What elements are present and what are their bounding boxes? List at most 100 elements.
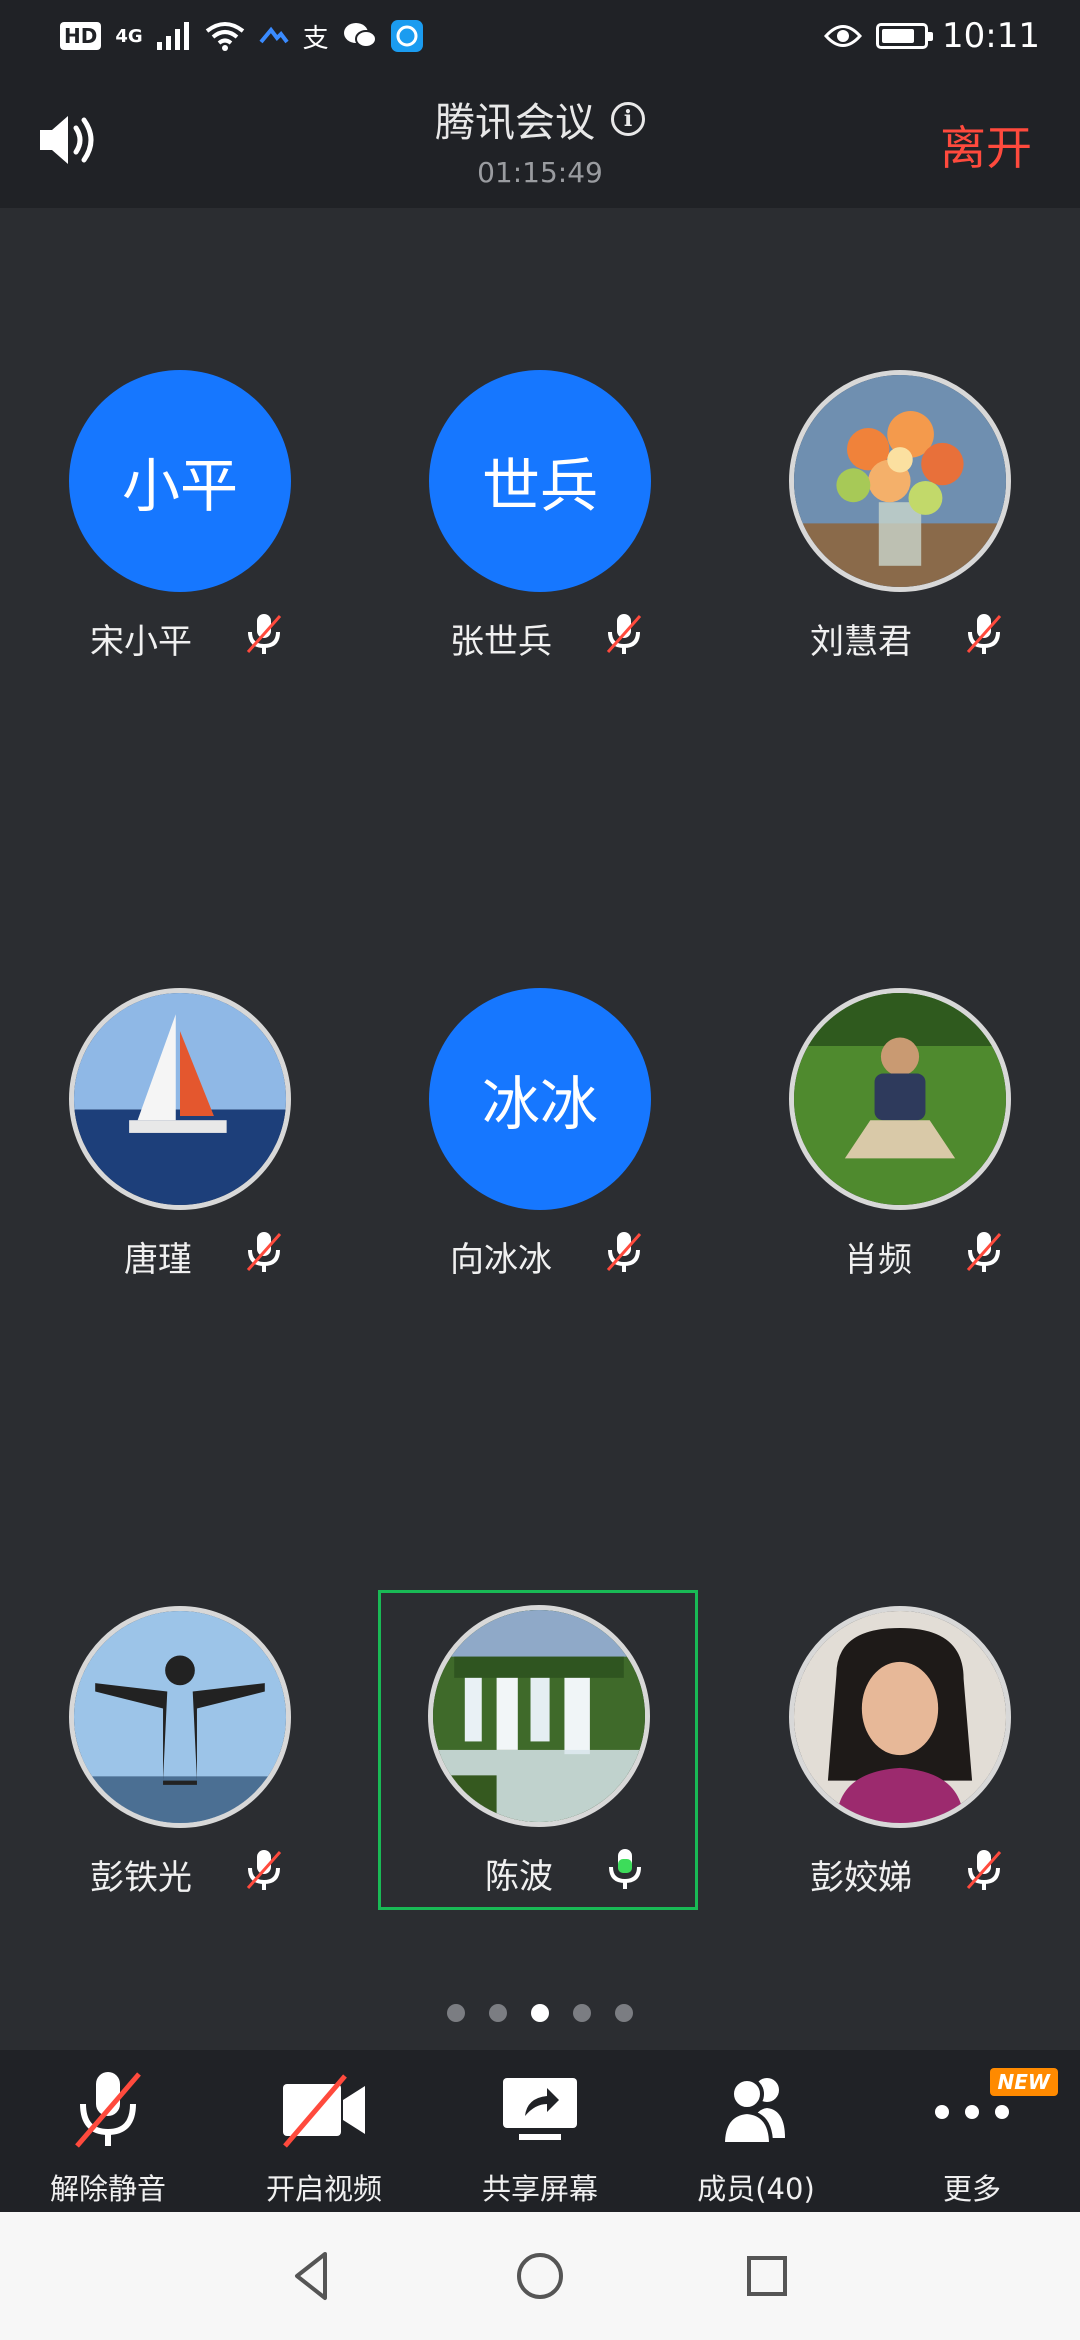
status-bar: HD 4G 支 10:11 [0, 0, 1080, 72]
participant-name-row: 刘慧君 [740, 608, 1060, 664]
avatar [428, 1605, 650, 1827]
page-indicator [0, 2004, 1080, 2028]
page-dot[interactable] [447, 2004, 465, 2022]
participant-name: 彭铁光 [90, 1858, 192, 1898]
video-off-icon [283, 2074, 365, 2148]
share-screen-label: 共享屏幕 [481, 2172, 598, 2206]
participant-tile[interactable]: 世兵 张世兵 [380, 356, 700, 676]
participant-tile[interactable]: 小平 宋小平 [20, 356, 340, 676]
participant-tile[interactable]: 刘慧君 [740, 356, 1060, 676]
participant-name: 肖频 [844, 1240, 912, 1280]
alipay-icon: 支 [302, 23, 329, 54]
participant-tile[interactable]: 唐瑾 [20, 974, 340, 1294]
participant-name-row: 彭姣娣 [740, 1844, 1060, 1900]
signal-icon [156, 22, 189, 50]
mic-muted-icon [966, 614, 1002, 654]
mic-muted-icon [246, 1232, 282, 1272]
eye-icon [824, 25, 863, 47]
recents-icon[interactable] [737, 2246, 797, 2306]
battery-icon [876, 23, 934, 49]
members-icon [720, 2077, 785, 2146]
new-badge: NEW [989, 2068, 1058, 2096]
flowers-photo [794, 375, 1006, 587]
status-bar-right: 10:11 [824, 16, 1040, 56]
meeting-timer: 01:15:49 [477, 156, 603, 189]
participant-tile[interactable]: 冰冰 向冰冰 [380, 974, 700, 1294]
members-button[interactable]: 成员(40) [648, 2050, 864, 2212]
mic-muted-icon [966, 1850, 1002, 1890]
participant-name-row: 彭铁光 [20, 1844, 340, 1900]
page-dot[interactable] [489, 2004, 507, 2022]
wifi-icon [205, 22, 244, 51]
participant-name-row: 肖频 [740, 1226, 1060, 1282]
avatar [789, 988, 1011, 1210]
avatar [69, 1606, 291, 1828]
avatar [69, 988, 291, 1210]
mic-muted-icon [246, 614, 282, 654]
woman-portrait-photo [794, 1611, 1006, 1823]
participant-tile[interactable]: 彭铁光 [20, 1592, 340, 1912]
mic-muted-icon [606, 1232, 642, 1272]
start-video-button[interactable]: 开启视频 [216, 2050, 432, 2212]
sailboat-photo [74, 993, 286, 1205]
avatar: 小平 [69, 370, 291, 592]
participant-name: 刘慧君 [810, 622, 912, 662]
waterfall-photo [433, 1610, 645, 1822]
avatar [789, 1606, 1011, 1828]
page-dot[interactable] [573, 2004, 591, 2022]
page-dot-current[interactable] [531, 2004, 549, 2022]
browser-icon [390, 20, 423, 52]
participant-grid: 小平 宋小平 世兵 张世兵 刘慧君 唐瑾 冰冰 向冰冰 肖频 彭铁光 陈波 彭姣… [0, 208, 1080, 2050]
title-area: 腾讯会议 i 01:15:49 [0, 90, 1080, 189]
leave-button[interactable]: 离开 [940, 112, 1032, 178]
more-label: 更多 [942, 2172, 1001, 2206]
participant-name: 彭姣娣 [810, 1858, 912, 1898]
back-icon[interactable] [283, 2246, 343, 2306]
avatar [789, 370, 1011, 592]
unmute-button[interactable]: 解除静音 [0, 2050, 216, 2212]
wechat-icon [343, 23, 377, 48]
avatar: 冰冰 [429, 988, 651, 1210]
network-type: 4G [115, 25, 143, 47]
participant-tile[interactable]: 彭姣娣 [740, 1592, 1060, 1912]
home-icon[interactable] [510, 2246, 570, 2306]
start-video-label: 开启视频 [265, 2172, 382, 2206]
meeting-title: 腾讯会议 [435, 100, 595, 146]
share-screen-icon [503, 2078, 577, 2140]
participant-name-row: 唐瑾 [20, 1226, 340, 1282]
silhouette-photo [74, 1611, 286, 1823]
clock: 10:11 [942, 16, 1040, 56]
participant-name: 唐瑾 [124, 1240, 192, 1280]
participant-name: 张世兵 [450, 622, 552, 662]
participant-name-row: 向冰冰 [380, 1226, 700, 1282]
participant-name: 宋小平 [90, 622, 192, 662]
participant-name: 陈波 [485, 1857, 553, 1897]
participant-name-row: 陈波 [381, 1843, 701, 1899]
tencent-meeting-screen: HD 4G 支 10:11 腾讯会议 i 01:15:49 离开 小平 宋小平 … [0, 0, 1080, 2340]
mic-muted-icon [246, 1850, 282, 1890]
hd-indicator: HD [60, 22, 102, 50]
share-screen-button[interactable]: 共享屏幕 [432, 2050, 648, 2212]
mic-muted-icon [966, 1232, 1002, 1272]
participant-name: 向冰冰 [450, 1240, 552, 1280]
status-bar-left: HD 4G 支 [60, 18, 423, 55]
participant-tile-speaking[interactable]: 陈波 [378, 1590, 698, 1910]
app-icon [259, 26, 289, 44]
more-button[interactable]: 更多 NEW [864, 2050, 1080, 2212]
participant-tile[interactable]: 肖频 [740, 974, 1060, 1294]
meeting-toolbar: 解除静音 开启视频 共享屏幕 成员(40) 更多 NEW [0, 2050, 1080, 2212]
man-on-grass-photo [794, 993, 1006, 1205]
participant-name-row: 张世兵 [380, 608, 700, 664]
mic-active-icon [609, 1849, 641, 1889]
meeting-header: 腾讯会议 i 01:15:49 离开 [0, 72, 1080, 208]
mic-muted-icon [606, 614, 642, 654]
info-icon[interactable]: i [611, 102, 645, 136]
page-dot[interactable] [615, 2004, 633, 2022]
unmute-label: 解除静音 [49, 2172, 166, 2206]
participant-name-row: 宋小平 [20, 608, 340, 664]
mic-muted-icon [75, 2072, 141, 2148]
avatar: 世兵 [429, 370, 651, 592]
title-row[interactable]: 腾讯会议 i [435, 90, 645, 148]
members-label: 成员(40) [697, 2172, 815, 2206]
system-nav-bar [0, 2212, 1080, 2340]
